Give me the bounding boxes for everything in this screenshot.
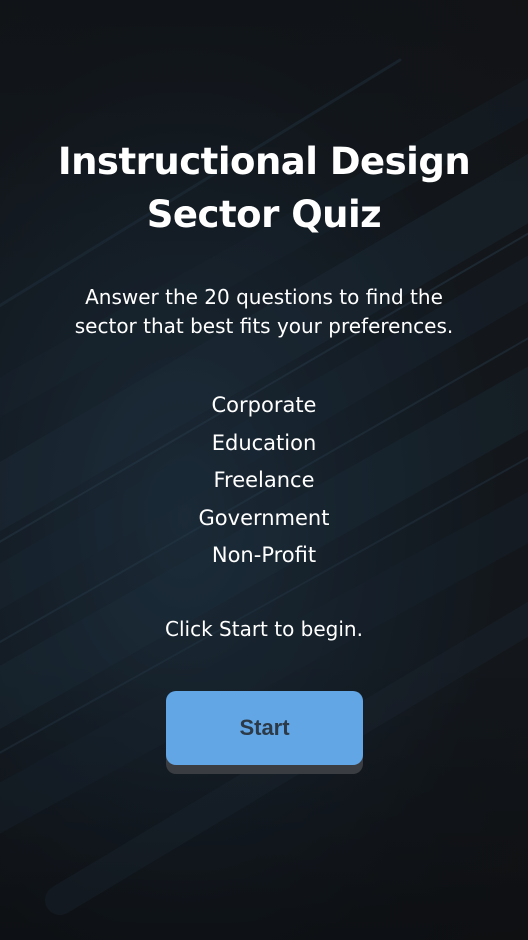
quiz-description: Answer the 20 questions to find the sect… [0, 283, 528, 341]
sector-item-education: Education [211, 430, 317, 455]
quiz-title-line-2: Sector Quiz [146, 193, 382, 236]
sector-item-freelance: Freelance [213, 468, 315, 492]
quiz-description-line-1: Answer the 20 questions to find the [85, 285, 443, 309]
quiz-description-line-2: sector that best fits your preferences. [74, 314, 454, 338]
sector-item-non-profit: Non-Profit [211, 543, 317, 567]
start-instruction: Click Start to begin. [165, 617, 363, 641]
quiz-title-line-1: Instructional Design [57, 140, 471, 183]
quiz-title: Instructional Design Sector Quiz [0, 135, 528, 241]
quiz-start-screen: Instructional Design Sector Quiz Answer … [0, 0, 528, 940]
sector-item-government: Government [198, 505, 330, 530]
sector-list: Corporate Education Freelance Government… [0, 387, 528, 575]
start-button[interactable]: Start [166, 691, 363, 765]
sector-item-corporate: Corporate [211, 393, 317, 417]
